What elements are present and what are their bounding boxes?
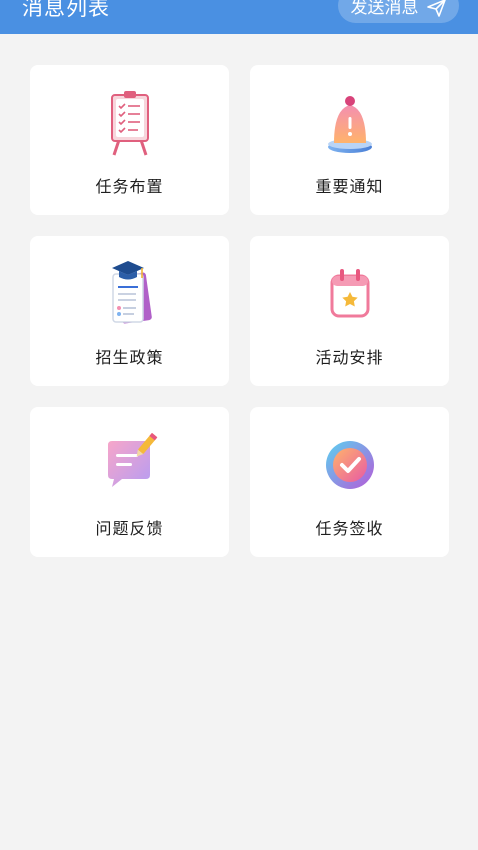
card-important-notice[interactable]: 重要通知	[250, 65, 449, 215]
card-enrollment-policy[interactable]: 招生政策	[30, 236, 229, 386]
card-task-assignment[interactable]: 任务布置	[30, 65, 229, 215]
card-label: 活动安排	[315, 348, 384, 367]
card-feedback[interactable]: 问题反馈	[30, 407, 229, 557]
send-message-button[interactable]: 发送消息	[338, 0, 459, 23]
page-title: 消息列表	[22, 0, 110, 20]
card-activity-schedule[interactable]: 活动安排	[250, 236, 449, 386]
card-label: 任务布置	[95, 177, 164, 196]
calendar-icon	[330, 269, 369, 318]
graduation-book-icon	[111, 261, 152, 324]
clipboard-checklist-icon	[110, 91, 149, 156]
app-header: 消息列表 发送消息	[0, 0, 478, 34]
feedback-message-icon	[107, 432, 157, 487]
card-label: 问题反馈	[95, 519, 164, 538]
check-badge-icon	[325, 441, 374, 489]
bell-icon	[327, 96, 372, 153]
card-label: 任务签收	[315, 519, 384, 538]
card-label: 重要通知	[315, 177, 384, 196]
card-task-signoff[interactable]: 任务签收	[250, 407, 449, 557]
paper-plane-icon	[426, 0, 446, 17]
send-message-label: 发送消息	[350, 0, 419, 18]
card-label: 招生政策	[95, 348, 164, 367]
